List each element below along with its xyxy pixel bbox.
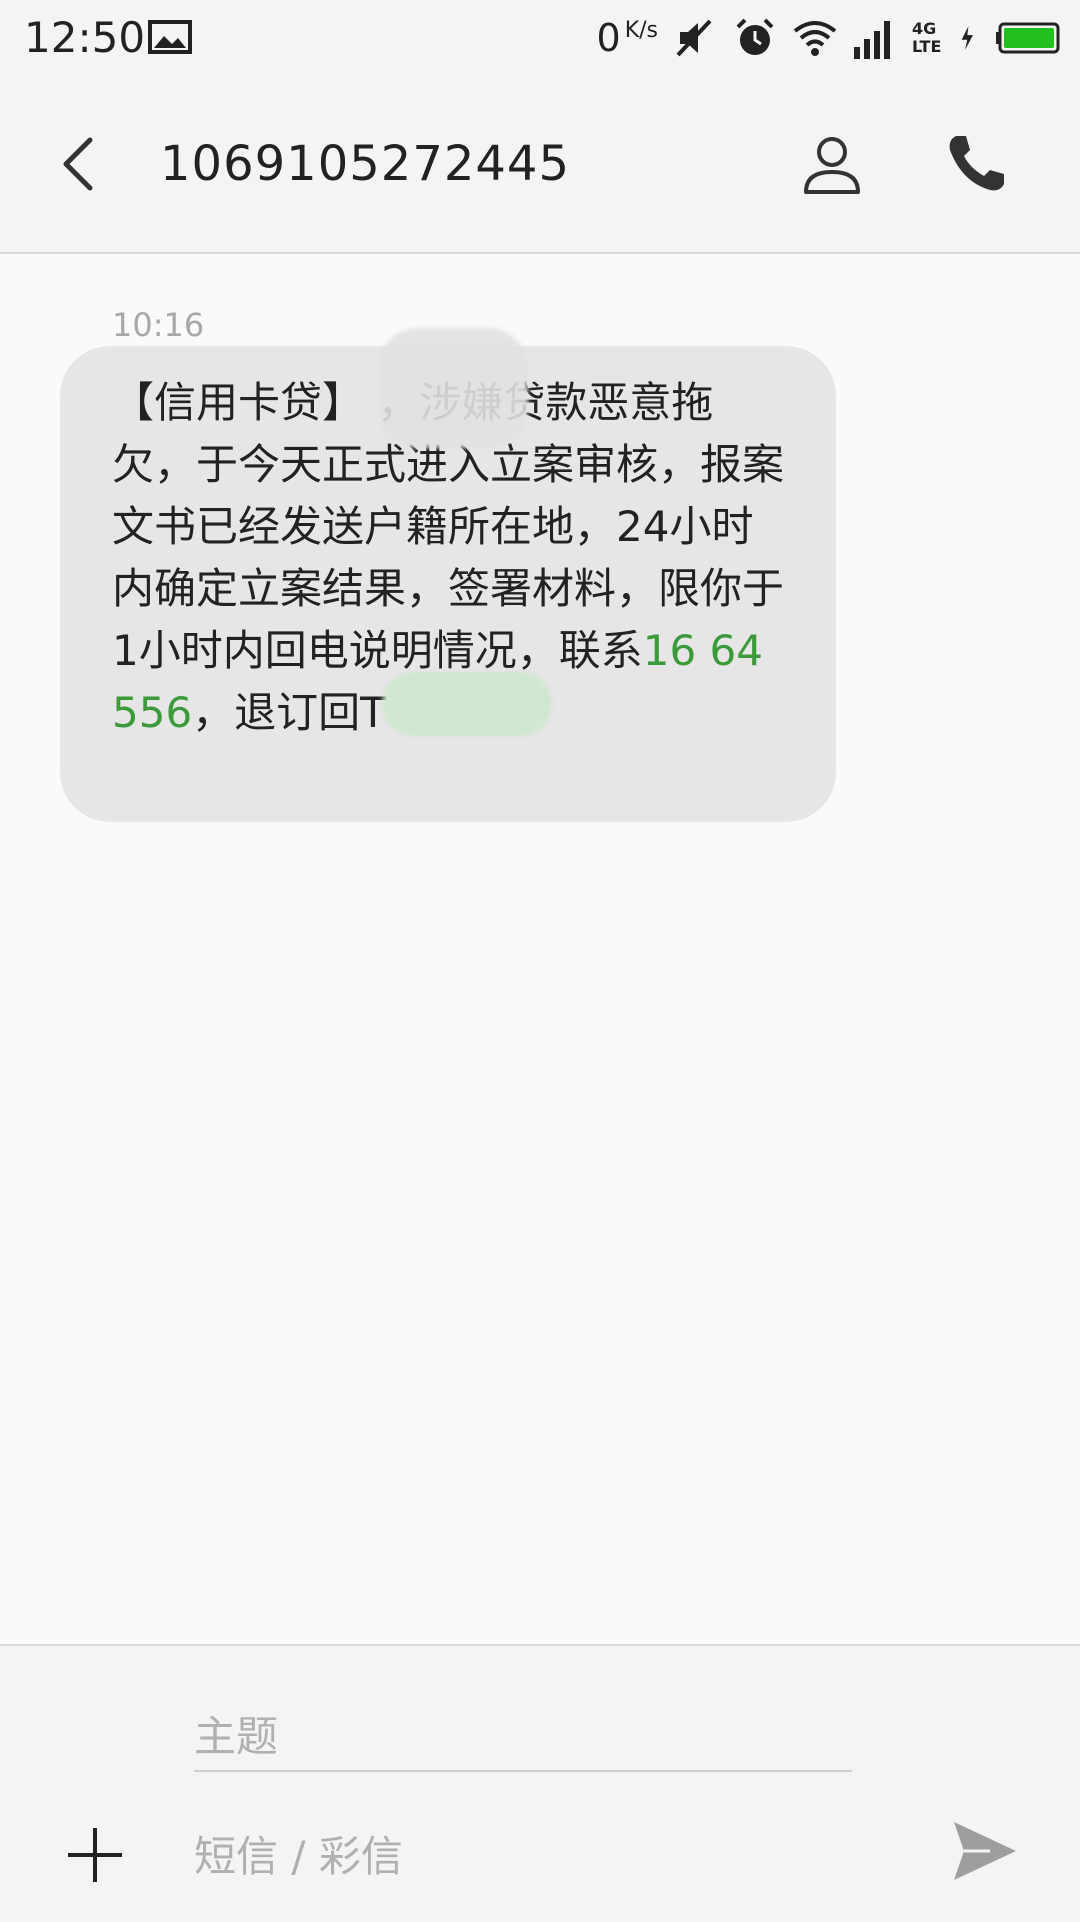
wifi-icon [793, 21, 837, 56]
subject-input[interactable] [194, 1702, 852, 1772]
mute-icon [676, 19, 712, 57]
message-input[interactable] [194, 1818, 894, 1894]
status-bar: 12:50 0 K/s 4G LTE [0, 0, 1080, 76]
conversation-header: 1069105272445 [0, 76, 1080, 254]
charging-icon [961, 26, 973, 50]
status-time: 12:50 [24, 13, 146, 62]
status-icons: 0 K/s 4G LTE [597, 12, 1061, 64]
battery-icon [996, 22, 1060, 54]
redacted-region [382, 672, 552, 736]
network-type: 4G LTE [912, 19, 942, 56]
back-icon[interactable] [50, 128, 114, 200]
add-icon[interactable] [64, 1824, 126, 1886]
net-speed: 0 K/s [596, 16, 659, 60]
send-icon[interactable] [950, 1816, 1020, 1886]
phone-icon[interactable] [940, 128, 1012, 200]
message-bubble[interactable]: 【信用卡贷】 ，涉嫌贷款恶意拖欠，于今天正式进入立案审核，报案文书已经发送户籍所… [60, 328, 836, 822]
signal-icon [854, 21, 890, 59]
message-timestamp: 10:16 [112, 306, 205, 344]
message-composer [0, 1644, 1080, 1922]
alarm-icon [736, 18, 774, 55]
gallery-icon [148, 20, 192, 54]
contact-icon[interactable] [796, 128, 868, 200]
conversation-title: 1069105272445 [160, 136, 571, 192]
redacted-region [378, 328, 528, 448]
